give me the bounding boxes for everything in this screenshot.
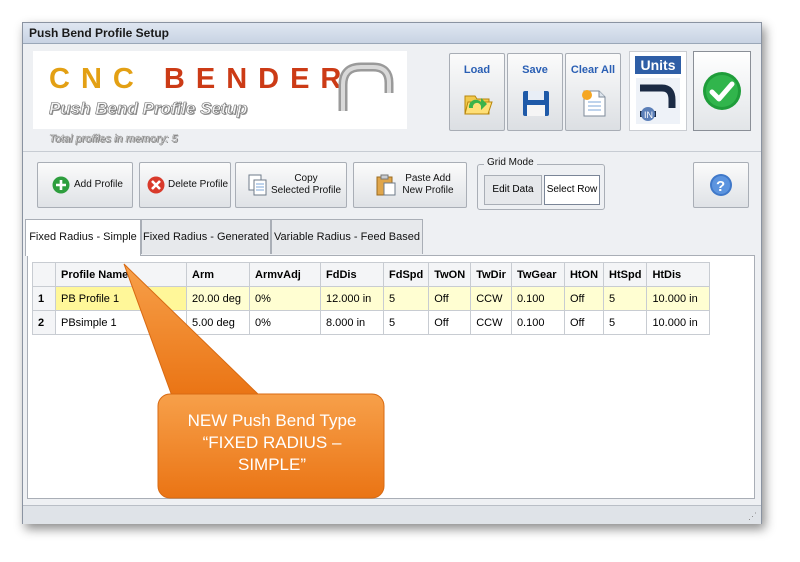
- tab-fixed-radius-simple[interactable]: Fixed Radius - Simple: [25, 219, 141, 256]
- annotation-callout: [123, 263, 385, 499]
- callout-pointer: [123, 263, 262, 397]
- callout-text: NEW Push Bend Type “FIXED RADIUS – SIMPL…: [187, 411, 357, 474]
